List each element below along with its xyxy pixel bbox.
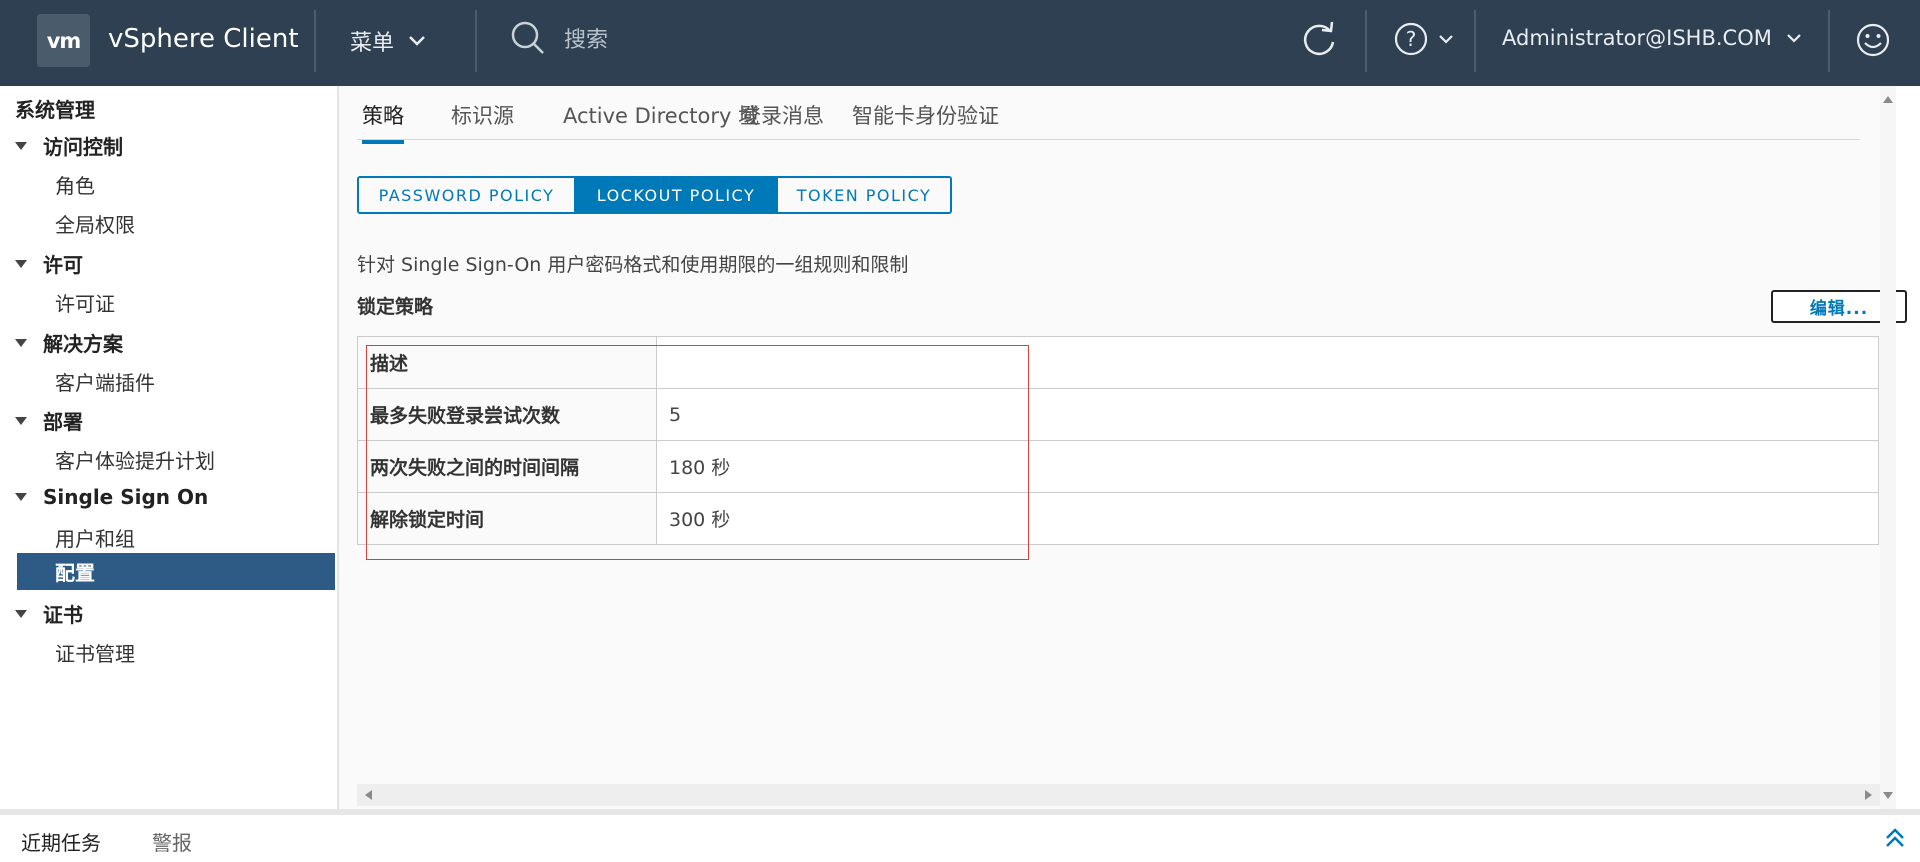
tree-group-label: 访问控制: [43, 135, 123, 159]
caret-down-icon[interactable]: [15, 493, 27, 501]
tree-item-ceip[interactable]: 客户体验提升计划: [55, 445, 215, 474]
tree-item-configuration[interactable]: 配置: [17, 553, 335, 590]
policy-description: 针对 Single Sign-On 用户密码格式和使用期限的一组规则和限制: [357, 254, 909, 276]
row-value: [656, 336, 1879, 389]
vm-logo: vm: [37, 14, 90, 67]
header-divider: [1828, 10, 1830, 72]
tree-group-label: 解决方案: [43, 332, 123, 356]
user-menu[interactable]: Administrator@ISHB.COM: [1502, 26, 1802, 50]
policy-segmented-control: PASSWORD POLICY LOCKOUT POLICY TOKEN POL…: [357, 176, 952, 214]
row-value: 5: [656, 388, 1879, 441]
tab-smart-card[interactable]: 智能卡身份验证: [852, 100, 999, 140]
tab-recent-tasks[interactable]: 近期任务: [21, 827, 101, 856]
tree-item-client-plugins[interactable]: 客户端插件: [55, 367, 155, 396]
horizontal-scrollbar[interactable]: [357, 784, 1880, 806]
scroll-up-icon[interactable]: [1883, 96, 1893, 103]
scroll-right-icon[interactable]: [1865, 790, 1872, 800]
row-key: 解除锁定时间: [357, 492, 657, 545]
search-input[interactable]: 搜索: [510, 20, 608, 56]
table-row: 描述: [357, 336, 1879, 389]
header-divider: [1474, 10, 1476, 72]
user-name: Administrator@ISHB.COM: [1502, 26, 1772, 50]
bottom-panel: 近期任务 警报: [0, 809, 1920, 862]
table-row: 最多失败登录尝试次数 5: [357, 388, 1879, 441]
tree-group-label: 证书: [43, 603, 83, 627]
search-placeholder: 搜索: [564, 28, 609, 53]
refresh-icon: [1303, 21, 1335, 56]
token-policy-button[interactable]: TOKEN POLICY: [778, 178, 950, 212]
chevron-down-icon: [1439, 35, 1453, 44]
caret-down-icon[interactable]: [15, 609, 27, 618]
header-divider: [475, 10, 477, 72]
sidebar: 系统管理 访问控制 角色 全局权限 许可 许可证 解决方案 客户端插件 部署 客…: [0, 86, 339, 809]
refresh-button[interactable]: [1300, 20, 1338, 62]
tree-group-label: 许可: [43, 253, 83, 277]
double-chevron-up-icon: [1886, 828, 1904, 847]
row-value: 300 秒: [656, 492, 1879, 545]
password-policy-button[interactable]: PASSWORD POLICY: [359, 178, 576, 212]
help-menu[interactable]: ?: [1394, 22, 1454, 56]
scroll-down-icon[interactable]: [1883, 792, 1893, 799]
caret-down-icon[interactable]: [15, 416, 27, 425]
row-value: 180 秒: [656, 440, 1879, 493]
vertical-scrollbar[interactable]: [1880, 86, 1896, 809]
tab-active-directory[interactable]: Active Directory 域: [563, 100, 759, 140]
table-row: 解除锁定时间 300 秒: [357, 492, 1879, 545]
chevron-down-icon: [1787, 34, 1801, 43]
scroll-left-icon[interactable]: [365, 790, 372, 800]
tab-policies[interactable]: 策略: [362, 100, 404, 144]
tree-item-cert-management[interactable]: 证书管理: [55, 638, 135, 667]
header-divider: [314, 10, 316, 72]
search-icon: [511, 21, 544, 54]
row-key: 最多失败登录尝试次数: [357, 388, 657, 441]
sidebar-title: 系统管理: [15, 98, 95, 122]
row-key: 描述: [357, 336, 657, 389]
expand-panel-button[interactable]: [1885, 827, 1905, 853]
app-title: vSphere Client: [108, 24, 299, 54]
tree-item-global-permissions[interactable]: 全局权限: [55, 209, 135, 238]
tree-group-licensing[interactable]: 许可: [0, 249, 83, 278]
help-icon: ?: [1394, 22, 1428, 56]
caret-down-icon[interactable]: [15, 338, 27, 347]
feedback-button[interactable]: [1855, 22, 1891, 62]
menu-button[interactable]: 菜单: [350, 25, 426, 57]
lockout-policy-table: 描述 最多失败登录尝试次数 5 两次失败之间的时间间隔 180 秒 解除锁定时间…: [357, 336, 1879, 545]
header-divider: [1365, 10, 1367, 72]
smiley-icon: [1856, 23, 1890, 57]
tab-login-message[interactable]: 登录消息: [740, 100, 824, 140]
menu-label: 菜单: [350, 31, 395, 56]
tab-alarms[interactable]: 警报: [152, 827, 192, 856]
row-key: 两次失败之间的时间间隔: [357, 440, 657, 493]
tree-group-certificates[interactable]: 证书: [0, 599, 83, 628]
caret-down-icon[interactable]: [15, 259, 27, 268]
main-content: 策略 标识源 Active Directory 域 登录消息 智能卡身份验证 P…: [339, 86, 1907, 809]
tree-group-label: Single Sign On: [43, 485, 209, 509]
tree-group-solutions[interactable]: 解决方案: [0, 328, 123, 357]
tree-item-roles[interactable]: 角色: [55, 170, 95, 199]
top-header: vm vSphere Client 菜单 搜索 ? Administrator@…: [0, 0, 1920, 86]
svg-text:?: ?: [1406, 27, 1417, 51]
caret-down-icon[interactable]: [15, 141, 27, 150]
tab-identity-sources[interactable]: 标识源: [451, 100, 514, 140]
tree-item-users-groups[interactable]: 用户和组: [55, 523, 135, 552]
tree-group-access-control[interactable]: 访问控制: [0, 131, 123, 160]
table-row: 两次失败之间的时间间隔 180 秒: [357, 440, 1879, 493]
tab-bar: 策略 标识源 Active Directory 域 登录消息 智能卡身份验证: [357, 86, 1860, 144]
tree-group-label: 部署: [43, 410, 83, 434]
section-title: 锁定策略: [357, 296, 434, 318]
chevron-down-icon: [409, 36, 425, 46]
tree-item-licenses[interactable]: 许可证: [55, 288, 115, 317]
tree-group-deployment[interactable]: 部署: [0, 406, 83, 435]
lockout-policy-button[interactable]: LOCKOUT POLICY: [576, 178, 778, 212]
tree-group-sso[interactable]: Single Sign On: [0, 485, 208, 509]
